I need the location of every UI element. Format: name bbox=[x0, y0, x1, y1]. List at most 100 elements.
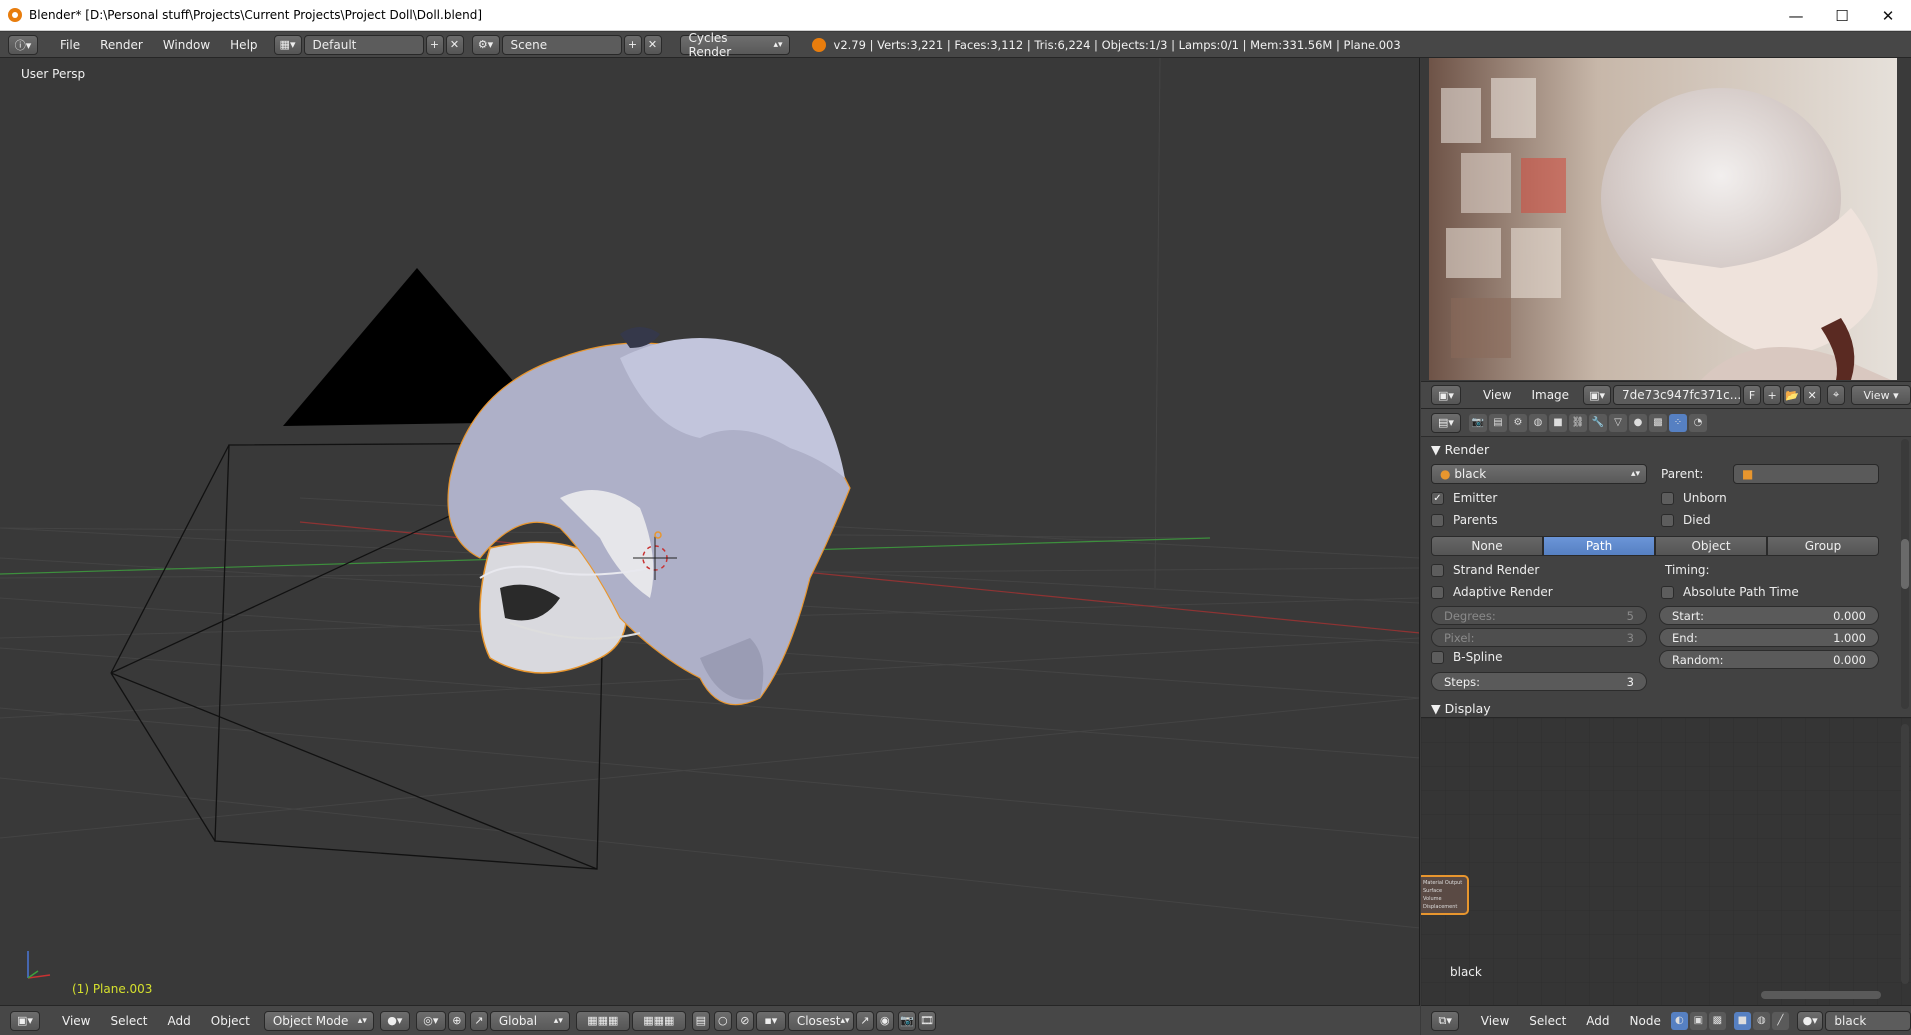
manipulator-icon[interactable]: ⊕ bbox=[447, 1010, 466, 1031]
shading-mode-icon[interactable]: ●▾ bbox=[379, 1010, 410, 1031]
open-image-icon[interactable]: 📂 bbox=[1783, 385, 1802, 405]
properties-scrollbar[interactable] bbox=[1901, 439, 1909, 709]
render-animation-icon[interactable]: 🎞 bbox=[917, 1010, 936, 1031]
tab-render-layers-icon[interactable]: ▤ bbox=[1489, 413, 1507, 432]
interaction-mode-select[interactable]: Object Mode ▴▾ bbox=[263, 1010, 374, 1031]
menu-node-view[interactable]: View bbox=[1471, 1014, 1519, 1028]
image-name-field[interactable]: 7de73c947fc371c... bbox=[1613, 385, 1741, 405]
bspline-checkbox[interactable]: B-Spline bbox=[1431, 650, 1502, 664]
line-style-icon[interactable]: ╱ bbox=[1771, 1011, 1789, 1030]
screen-layout-field[interactable]: Default bbox=[303, 34, 424, 55]
display-panel-header[interactable]: ▼ Display bbox=[1431, 701, 1491, 716]
tab-render-icon[interactable]: 📷 bbox=[1469, 413, 1487, 432]
view-mode-select[interactable]: View ▾ bbox=[1851, 385, 1911, 405]
unborn-checkbox[interactable]: Unborn bbox=[1661, 491, 1727, 505]
add-layout-icon[interactable]: + bbox=[425, 34, 444, 55]
render-panel-header[interactable]: ▼ Render bbox=[1431, 442, 1489, 457]
delete-scene-icon[interactable]: ✕ bbox=[643, 34, 662, 55]
emitter-checkbox[interactable]: ✓ Emitter bbox=[1431, 491, 1497, 505]
random-field[interactable]: Random: 0.000 bbox=[1659, 650, 1879, 669]
adaptive-render-checkbox[interactable]: Adaptive Render bbox=[1431, 585, 1553, 599]
editor-type-node-icon[interactable]: ⧉▾ bbox=[1431, 1010, 1460, 1031]
menu-node[interactable]: Node bbox=[1620, 1014, 1671, 1028]
add-scene-icon[interactable]: + bbox=[623, 34, 642, 55]
tab-physics-icon[interactable]: ◔ bbox=[1689, 413, 1707, 432]
proportional-edit-icon[interactable]: ○ bbox=[713, 1010, 732, 1031]
world-shader-icon[interactable]: ◍ bbox=[1752, 1011, 1770, 1030]
editor-type-3d-icon[interactable]: ▣▾ bbox=[10, 1010, 40, 1031]
snap-target-select[interactable]: Closest ▴▾ bbox=[787, 1010, 854, 1031]
lock-layers-icon[interactable]: ▤ bbox=[691, 1010, 710, 1031]
pixel-field[interactable]: Pixel: 3 bbox=[1431, 628, 1647, 647]
align-rotation-icon[interactable]: ↗ bbox=[855, 1010, 874, 1031]
maximize-button[interactable]: ☐ bbox=[1819, 0, 1865, 31]
menu-node-select[interactable]: Select bbox=[1519, 1014, 1576, 1028]
died-checkbox[interactable]: Died bbox=[1661, 513, 1711, 527]
render-as-object-button[interactable]: Object bbox=[1655, 536, 1767, 556]
compositing-nodes-icon[interactable]: ▣ bbox=[1689, 1011, 1707, 1030]
object-shader-icon[interactable]: ■ bbox=[1733, 1011, 1751, 1030]
fake-user-button[interactable]: F bbox=[1743, 385, 1762, 405]
strand-render-checkbox[interactable]: Strand Render bbox=[1431, 563, 1539, 577]
pivot-point-icon[interactable]: ◎▾ bbox=[415, 1010, 446, 1031]
menu-view[interactable]: View bbox=[52, 1014, 100, 1028]
material-select[interactable]: ● black ▴▾ bbox=[1431, 464, 1647, 484]
3d-viewport[interactable]: User Persp (1) Plane.003 bbox=[0, 58, 1420, 1005]
parent-field[interactable]: ■ bbox=[1733, 464, 1879, 484]
node-editor[interactable]: Material Output Surface Volume Displacem… bbox=[1421, 717, 1911, 1005]
tab-constraints-icon[interactable]: ⛓ bbox=[1569, 413, 1587, 432]
node-vertical-scrollbar[interactable] bbox=[1901, 724, 1909, 984]
tab-particles-icon[interactable]: ⁘ bbox=[1669, 413, 1687, 432]
render-engine-select[interactable]: Cycles Render ▴▾ bbox=[679, 31, 790, 59]
unlink-image-icon[interactable]: ✕ bbox=[1803, 385, 1822, 405]
browse-image-icon[interactable]: ▣▾ bbox=[1583, 385, 1612, 405]
node-material-field[interactable]: black bbox=[1825, 1010, 1911, 1031]
editor-type-properties-icon[interactable]: ▤▾ bbox=[1431, 412, 1461, 433]
render-opengl-icon[interactable]: ◉ bbox=[875, 1010, 894, 1031]
scene-icon[interactable]: ⚙▾ bbox=[471, 34, 500, 55]
menu-file[interactable]: File bbox=[50, 38, 90, 52]
tab-modifiers-icon[interactable]: 🔧 bbox=[1589, 413, 1607, 432]
minimize-button[interactable]: — bbox=[1773, 0, 1819, 31]
node-horizontal-scrollbar[interactable] bbox=[1761, 991, 1881, 999]
tab-scene-icon[interactable]: ⚙ bbox=[1509, 413, 1527, 432]
render-still-icon[interactable]: 📷 bbox=[897, 1010, 916, 1031]
browse-material-icon[interactable]: ●▾ bbox=[1796, 1010, 1824, 1031]
delete-layout-icon[interactable]: ✕ bbox=[445, 34, 464, 55]
steps-field[interactable]: Steps: 3 bbox=[1431, 672, 1647, 691]
menu-select[interactable]: Select bbox=[100, 1014, 157, 1028]
pin-image-icon[interactable]: ⌖ bbox=[1827, 385, 1846, 405]
texture-nodes-icon[interactable]: ▩ bbox=[1708, 1011, 1726, 1030]
snap-icon[interactable]: ⊘ bbox=[735, 1010, 754, 1031]
transform-orientation-select[interactable]: Global ▴▾ bbox=[489, 1010, 570, 1031]
menu-help[interactable]: Help bbox=[220, 38, 267, 52]
snap-element-icon[interactable]: ▪▾ bbox=[755, 1010, 786, 1031]
screen-layout-icon[interactable]: ▦▾ bbox=[273, 34, 302, 55]
render-as-path-button[interactable]: Path bbox=[1543, 536, 1655, 556]
tab-world-icon[interactable]: ◍ bbox=[1529, 413, 1547, 432]
parents-checkbox[interactable]: Parents bbox=[1431, 513, 1498, 527]
start-field[interactable]: Start: 0.000 bbox=[1659, 606, 1879, 625]
image-editor[interactable] bbox=[1421, 58, 1911, 380]
tab-texture-icon[interactable]: ▩ bbox=[1649, 413, 1667, 432]
tab-data-icon[interactable]: ▽ bbox=[1609, 413, 1627, 432]
scene-field[interactable]: Scene bbox=[501, 34, 622, 55]
end-field[interactable]: End: 1.000 bbox=[1659, 628, 1879, 647]
close-button[interactable]: ✕ bbox=[1865, 0, 1911, 31]
editor-type-info-icon[interactable]: ⓘ▾ bbox=[8, 34, 38, 55]
material-output-node[interactable]: Material Output Surface Volume Displacem… bbox=[1421, 875, 1469, 915]
tab-material-icon[interactable]: ● bbox=[1629, 413, 1647, 432]
tab-object-icon[interactable]: ■ bbox=[1549, 413, 1567, 432]
menu-add[interactable]: Add bbox=[158, 1014, 201, 1028]
layers-row2-icon[interactable]: ▦▦▦ bbox=[631, 1010, 686, 1031]
layers-icon[interactable]: ▦▦▦ bbox=[575, 1010, 630, 1031]
menu-image-view[interactable]: View bbox=[1473, 388, 1521, 402]
menu-node-add[interactable]: Add bbox=[1576, 1014, 1619, 1028]
render-as-group-button[interactable]: Group bbox=[1767, 536, 1879, 556]
menu-object[interactable]: Object bbox=[201, 1014, 260, 1028]
doll-head-object[interactable] bbox=[447, 327, 851, 706]
shader-nodes-icon[interactable]: ◐ bbox=[1670, 1011, 1688, 1030]
menu-render[interactable]: Render bbox=[90, 38, 153, 52]
menu-window[interactable]: Window bbox=[153, 38, 220, 52]
absolute-path-time-checkbox[interactable]: Absolute Path Time bbox=[1661, 585, 1799, 599]
